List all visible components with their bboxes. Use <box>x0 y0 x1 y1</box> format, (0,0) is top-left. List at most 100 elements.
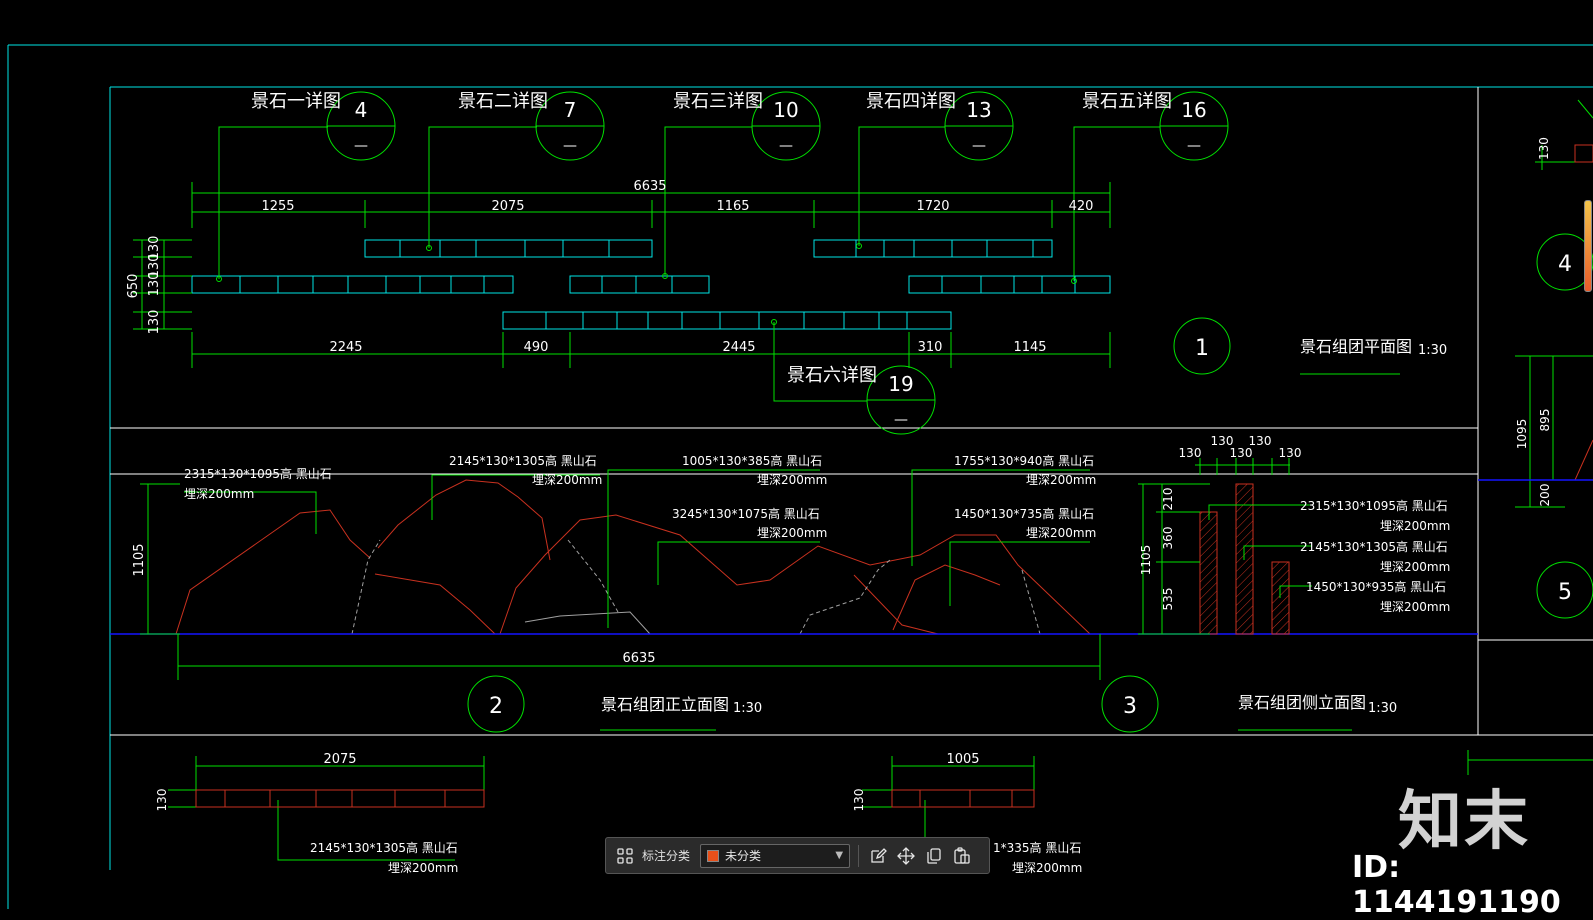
callout-sheet: — <box>354 138 368 154</box>
side-left-dim: 360 <box>1161 527 1175 550</box>
callout-sheet: — <box>1187 138 1201 154</box>
edit-icon[interactable] <box>867 845 889 867</box>
front-title: 景石组团正立面图 <box>601 695 729 714</box>
callout-label: 景石二详图 <box>458 91 548 112</box>
right-view-number: 5 <box>1558 580 1572 605</box>
right-dim: 130 <box>1537 137 1551 160</box>
paste-icon[interactable] <box>951 845 973 867</box>
front-note-size: 1450*130*735高 黑山石 <box>954 506 1094 521</box>
callout-number: 19 <box>888 372 913 396</box>
move-icon[interactable] <box>895 845 917 867</box>
bottom-dim-b: 1005 <box>946 752 979 767</box>
front-note-size: 2315*130*1095高 黑山石 <box>184 466 332 481</box>
plan-bottom-dim: 490 <box>524 340 549 355</box>
right-strip: 130 4 1095 895 200 5 <box>1478 99 1593 619</box>
plan-title: 景石组团平面图 <box>1300 337 1412 356</box>
side-notes: 2315*130*1095高 黑山石 埋深200mm 2145*130*1305… <box>1300 498 1450 614</box>
front-dims: 1105 6635 <box>132 543 656 666</box>
side-left-dim: 210 <box>1161 488 1175 511</box>
plan-bottom-dim: 1145 <box>1013 340 1046 355</box>
callout-number: 7 <box>564 98 577 122</box>
plan-leaders <box>216 126 1160 402</box>
callout-sheet: — <box>779 138 793 154</box>
callout-number: 4 <box>355 98 368 122</box>
front-note-size: 1755*130*940高 黑山石 <box>954 453 1094 468</box>
plan-stones <box>191 239 1111 330</box>
plan-total-dim: 6635 <box>633 179 666 194</box>
plan-top-dim: 420 <box>1069 199 1094 214</box>
plan-bottom-dim: 310 <box>918 340 943 355</box>
bottom-dim-a: 2075 <box>323 752 356 767</box>
plan-top-dim: 2075 <box>491 199 524 214</box>
side-view-number: 3 <box>1123 694 1137 719</box>
side-note-depth: 埋深200mm <box>1380 519 1450 533</box>
front-title-block: 2 景石组团正立面图 1:30 <box>467 675 762 733</box>
plan-callout-5[interactable]: 景石五详图 16 — <box>1082 91 1229 161</box>
category-selected-value: 未分类 <box>725 849 762 863</box>
plan-callout-6[interactable]: 景石六详图 19 — <box>787 365 936 435</box>
front-note-depth: 埋深200mm <box>1026 526 1096 540</box>
front-note-depth: 埋深200mm <box>1026 473 1096 487</box>
side-title-block: 3 景石组团侧立面图 1:30 <box>1101 675 1397 733</box>
front-note-depth: 埋深200mm <box>532 473 602 487</box>
callout-number: 13 <box>966 98 991 122</box>
toolbar-divider <box>858 844 860 867</box>
bottom-note-b-size: 1*335高 黑山石 <box>993 840 1081 855</box>
plan-bottom-dim: 2245 <box>329 340 362 355</box>
side-scroll-handle[interactable] <box>1584 200 1592 292</box>
chevron-down-icon: ▼ <box>835 850 844 861</box>
plan-top-dim: 1720 <box>916 199 949 214</box>
cad-drawing-canvas[interactable]: 景石一详图 4 — 景石二详图 7 — 景石三详图 10 — 景石四详图 13 … <box>0 0 1593 909</box>
side-note-size: 1450*130*935高 黑山石 <box>1306 579 1446 594</box>
callout-sheet: — <box>563 138 577 154</box>
callout-number: 10 <box>773 98 798 122</box>
plan-callout-2[interactable]: 景石二详图 7 — <box>458 91 605 161</box>
plan-callout-4[interactable]: 景石四详图 13 — <box>866 91 1014 161</box>
front-height-dim: 1105 <box>132 543 147 576</box>
callout-number: 16 <box>1181 98 1206 122</box>
bottom-side-dim-a: 130 <box>155 789 169 812</box>
bottom-note-a-depth: 埋深200mm <box>388 861 458 875</box>
bottom-note-a-size: 2145*130*1305高 黑山石 <box>310 840 458 855</box>
bottom-detail-a: 2075 130 2145*130*1305高 黑山石 埋深200mm <box>155 752 485 875</box>
front-scale: 1:30 <box>733 701 762 716</box>
front-total-dim: 6635 <box>622 651 655 666</box>
front-note-depth: 埋深200mm <box>757 473 827 487</box>
side-scale: 1:30 <box>1368 701 1397 716</box>
side-note-size: 2145*130*1305高 黑山石 <box>1300 539 1448 554</box>
plan-callout-3[interactable]: 景石三详图 10 — <box>673 91 821 161</box>
side-top-dim: 130 <box>1279 446 1302 460</box>
front-note-size: 1005*130*385高 黑山石 <box>682 453 822 468</box>
side-height-dim: 1105 <box>1139 545 1153 576</box>
grid-apps-icon[interactable] <box>614 845 636 867</box>
plan-left-dim: 130 <box>147 310 162 335</box>
right-dim: 1095 <box>1515 419 1529 450</box>
panel-dividers <box>110 87 1593 736</box>
callout-label: 景石五详图 <box>1082 91 1172 112</box>
callout-label: 景石一详图 <box>251 91 341 112</box>
plan-top-dim: 1165 <box>716 199 749 214</box>
front-view-number: 2 <box>489 694 503 719</box>
side-top-dim: 130 <box>1179 446 1202 460</box>
annotation-toolbar: 标注分类 未分类 ▼ <box>605 837 990 874</box>
side-left-dim: 535 <box>1161 588 1175 611</box>
side-note-depth: 埋深200mm <box>1380 560 1450 574</box>
side-top-dim: 130 <box>1230 446 1253 460</box>
bottom-note-b-depth: 埋深200mm <box>1012 861 1082 875</box>
category-select[interactable]: 未分类 ▼ <box>700 843 851 868</box>
front-elevation-stones <box>175 479 1091 635</box>
right-dim: 200 <box>1538 484 1552 507</box>
plan-left-dim: 650 <box>126 274 141 299</box>
watermark-logo: 知末 <box>1398 785 1530 859</box>
watermark-id: ID: 1144191190 <box>1352 850 1561 920</box>
plan-callout-1[interactable]: 景石一详图 4 — <box>251 91 396 161</box>
front-note-size: 2145*130*1305高 黑山石 <box>449 453 597 468</box>
plan-top-dim: 1255 <box>261 199 294 214</box>
right-dim: 895 <box>1538 409 1552 432</box>
plan-view-number: 1 <box>1195 336 1209 361</box>
callout-sheet: — <box>972 138 986 154</box>
front-leaders <box>140 469 1101 680</box>
callout-sheet: — <box>894 412 908 428</box>
copy-icon[interactable] <box>923 845 945 867</box>
plan-bottom-dim: 2445 <box>722 340 755 355</box>
